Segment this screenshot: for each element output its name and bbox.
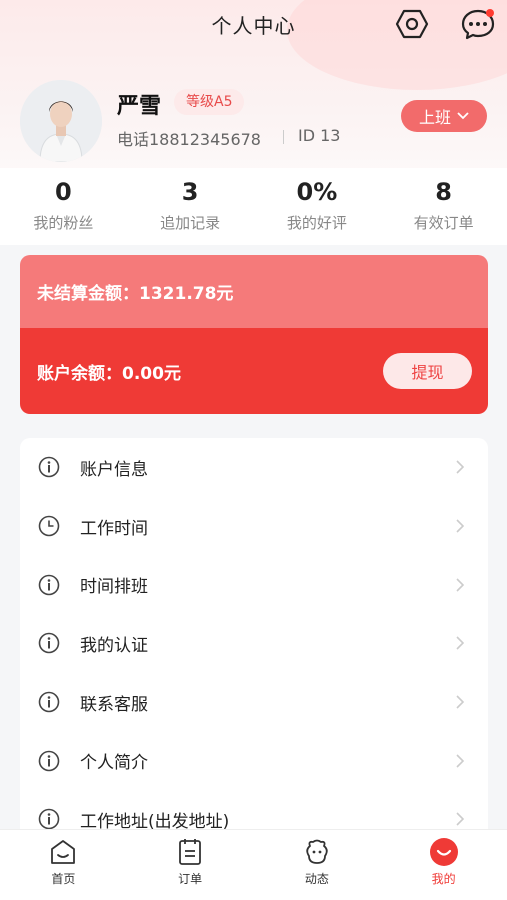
stat-label: 我的好评 — [286, 214, 347, 232]
tab-label: 动态 — [304, 872, 329, 886]
stat-value: 8 — [435, 178, 452, 206]
tab-feed[interactable]: 动态 — [254, 830, 381, 900]
page-title: 个人中心 — [211, 14, 296, 38]
stat-orders[interactable]: 8 有效订单 — [380, 168, 507, 244]
info-icon — [38, 750, 60, 772]
user-id: ID 13 — [298, 126, 341, 145]
chevron-right-icon — [456, 460, 465, 474]
stat-label: 我的粉丝 — [33, 214, 94, 232]
menu-item-label: 时间排班 — [80, 577, 148, 598]
account-balance-label: 账户余额： — [37, 363, 122, 384]
menu-item-label: 工作时间 — [80, 518, 148, 539]
menu-item-label: 个人简介 — [80, 753, 148, 774]
tab-label: 首页 — [51, 872, 76, 886]
menu-item-certification[interactable]: 我的认证 — [20, 614, 488, 673]
shift-status-button[interactable]: 上班 — [401, 100, 487, 132]
stat-value: 0 — [55, 178, 72, 206]
menu-item-work-time[interactable]: 工作时间 — [20, 497, 488, 556]
tab-label: 我的 — [431, 872, 456, 886]
info-icon — [38, 691, 60, 713]
top-nav: 个人中心 — [0, 0, 507, 48]
settings-icon[interactable] — [395, 8, 429, 40]
stat-rating[interactable]: 0% 我的好评 — [254, 168, 381, 244]
chevron-right-icon — [456, 754, 465, 768]
notification-dot — [486, 9, 494, 17]
balance-card: 未结算金额： 1321.78元 账户余额： 0.00元 提现 — [20, 255, 488, 414]
account-balance-amount: 0.00元 — [122, 363, 181, 384]
tab-label: 订单 — [178, 872, 203, 886]
stats-bar: 0 我的粉丝 3 追加记录 0% 我的好评 8 有效订单 — [0, 168, 507, 244]
info-icon — [38, 809, 60, 830]
info-icon — [38, 574, 60, 596]
clock-icon — [38, 515, 60, 537]
level-badge: 等级A5 — [174, 89, 245, 115]
stat-value: 3 — [181, 178, 199, 206]
menu-item-schedule[interactable]: 时间排班 — [20, 555, 488, 614]
chevron-right-icon — [456, 812, 465, 827]
menu-item-account-info[interactable]: 账户信息 — [20, 438, 488, 497]
profile-section: 严雪 等级A5 电话18812345678 ID 13 上班 — [0, 78, 507, 168]
phone-number: 电话18812345678 — [117, 130, 261, 149]
message-icon[interactable] — [460, 7, 496, 41]
withdraw-button[interactable]: 提现 — [383, 353, 472, 389]
tab-mine[interactable]: 我的 — [380, 830, 507, 900]
stat-label: 有效订单 — [413, 214, 474, 232]
divider — [283, 130, 284, 144]
unsettled-amount-row: 未结算金额： 1321.78元 — [20, 255, 488, 328]
tab-orders[interactable]: 订单 — [127, 830, 254, 900]
menu-item-profile-intro[interactable]: 个人简介 — [20, 731, 488, 790]
order-icon — [179, 839, 202, 865]
chevron-right-icon — [456, 695, 465, 709]
chevron-right-icon — [456, 636, 465, 650]
feed-icon — [306, 839, 328, 864]
stat-additions[interactable]: 3 追加记录 — [127, 168, 254, 244]
menu-item-label: 我的认证 — [80, 635, 148, 656]
stat-label: 追加记录 — [160, 214, 221, 232]
shift-status-label: 上班 — [418, 108, 451, 127]
unsettled-amount: 1321.78元 — [139, 284, 234, 304]
profile-icon — [429, 838, 458, 866]
stat-fans[interactable]: 0 我的粉丝 — [0, 168, 127, 244]
info-icon — [38, 457, 60, 478]
chevron-right-icon — [456, 519, 465, 533]
chevron-down-icon — [457, 112, 469, 120]
chevron-right-icon — [456, 578, 465, 592]
menu-item-customer-service[interactable]: 联系客服 — [20, 673, 488, 732]
settings-menu: 账户信息 工作时间 时间排班 我的认证 联系客服 个人简介 工作地址(出发地址) — [20, 438, 488, 838]
info-icon — [38, 633, 60, 654]
avatar[interactable] — [20, 80, 102, 162]
bottom-tab-bar: 首页 订单 动态 我的 — [0, 829, 507, 900]
user-name: 严雪 — [117, 94, 162, 119]
home-icon — [51, 840, 76, 864]
menu-item-label: 账户信息 — [80, 459, 148, 480]
menu-item-label: 联系客服 — [80, 694, 148, 715]
tab-home[interactable]: 首页 — [0, 830, 127, 900]
unsettled-label: 未结算金额： — [37, 284, 139, 304]
stat-value: 0% — [296, 178, 338, 206]
account-balance-row: 账户余额： 0.00元 提现 — [20, 328, 488, 414]
